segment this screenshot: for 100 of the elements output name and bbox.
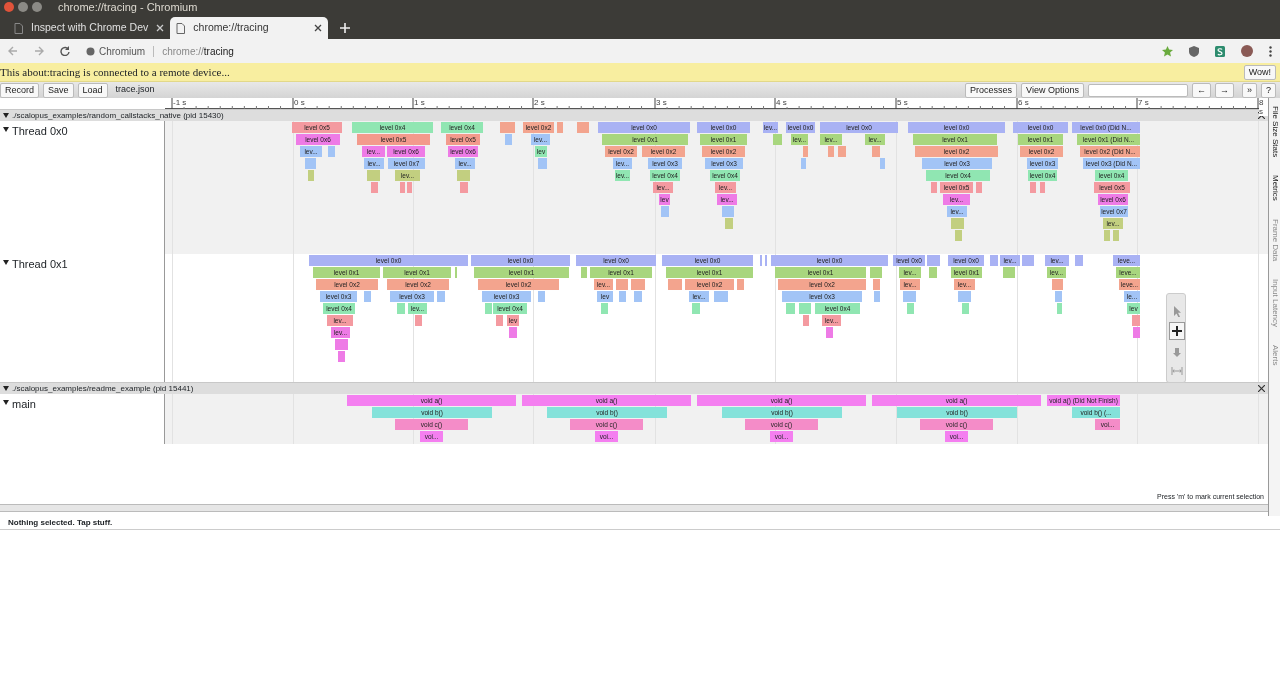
trace-slice[interactable] (367, 170, 380, 181)
toolbar-button[interactable]: Record (0, 82, 39, 98)
trace-slice[interactable] (415, 315, 422, 326)
trace-slice[interactable] (1052, 279, 1063, 290)
trace-slice[interactable] (364, 291, 371, 302)
trace-slice[interactable] (951, 218, 964, 229)
toolbar-button[interactable]: Save (43, 82, 74, 98)
trace-slice[interactable] (737, 279, 744, 290)
trace-slice[interactable] (799, 303, 811, 314)
shield-icon[interactable] (1189, 45, 1199, 57)
trace-slice[interactable] (500, 122, 515, 133)
close-icon[interactable] (1258, 112, 1265, 119)
toolbar-button[interactable]: Processes (965, 82, 1018, 98)
trace-slice[interactable] (903, 291, 916, 302)
trace-slice[interactable] (437, 291, 445, 302)
trace-slice[interactable] (505, 134, 512, 145)
trace-slice[interactable] (581, 267, 587, 278)
trace-slice[interactable] (371, 182, 378, 193)
trace-slice[interactable] (722, 206, 734, 217)
trace-slice[interactable] (880, 158, 885, 169)
window-close-button[interactable] (4, 2, 14, 12)
trace-slice[interactable] (1030, 182, 1036, 193)
reload-icon[interactable] (60, 46, 70, 56)
trace-slice[interactable] (907, 303, 914, 314)
trace-slice[interactable] (725, 218, 733, 229)
trace-slice[interactable] (1022, 255, 1034, 266)
toolbar-button[interactable]: View Options (1021, 82, 1084, 98)
trace-slice[interactable] (976, 182, 982, 193)
trace-slice[interactable] (460, 182, 468, 193)
side-tab[interactable]: Metrics (1268, 171, 1280, 205)
extension-icon[interactable] (1215, 45, 1225, 57)
star-icon[interactable] (1162, 45, 1173, 57)
trace-slice[interactable] (328, 146, 335, 157)
window-minimize-button[interactable] (18, 2, 28, 12)
browser-tab[interactable]: chrome://tracing (170, 17, 329, 39)
trace-slice[interactable] (803, 315, 809, 326)
trace-slice[interactable] (538, 291, 545, 302)
infobar-button[interactable]: Wow! (1243, 64, 1276, 80)
trace-slice[interactable] (1104, 230, 1110, 241)
trace-slice[interactable] (1057, 303, 1062, 314)
browser-tab[interactable]: Inspect with Chrome Dev (8, 17, 171, 39)
trace-slice[interactable] (1075, 255, 1083, 266)
toolbar-button[interactable]: ← (1191, 82, 1211, 98)
search-field[interactable] (1087, 83, 1188, 97)
trace-slice[interactable] (962, 303, 969, 314)
trace-slice[interactable] (407, 182, 412, 193)
toolbar-button[interactable]: ? (1261, 82, 1276, 98)
trace-slice[interactable] (1040, 182, 1045, 193)
trace-slice[interactable] (838, 146, 846, 157)
trace-slice[interactable] (801, 158, 806, 169)
trace-slice[interactable] (786, 303, 795, 314)
trace-slice[interactable] (538, 158, 547, 169)
plus-icon[interactable] (340, 23, 351, 33)
trace-slice[interactable] (601, 303, 608, 314)
trace-slice[interactable] (1003, 267, 1015, 278)
trace-slice[interactable] (873, 279, 880, 290)
forward-icon[interactable] (34, 46, 44, 56)
trace-slice[interactable] (872, 146, 880, 157)
disclosure-icon[interactable] (3, 260, 9, 265)
window-maximize-button[interactable] (32, 2, 42, 12)
trace-slice[interactable] (1133, 327, 1140, 338)
disclosure-icon[interactable] (3, 400, 9, 405)
trace-slice[interactable] (308, 170, 314, 181)
trace-slice[interactable] (509, 327, 517, 338)
trace-slice[interactable] (714, 291, 728, 302)
close-icon[interactable] (314, 24, 323, 32)
trace-slice[interactable] (634, 291, 642, 302)
toolbar-button[interactable]: → (1214, 82, 1234, 98)
trace-slice[interactable] (929, 267, 937, 278)
trace-slice[interactable] (1132, 315, 1140, 326)
trace-slice[interactable] (773, 134, 782, 145)
trace-slice[interactable] (619, 291, 626, 302)
trace-slice[interactable] (1055, 291, 1062, 302)
trace-slice[interactable] (692, 303, 700, 314)
trace-slice[interactable] (870, 267, 882, 278)
trace-slice[interactable] (1113, 230, 1119, 241)
trace-slice[interactable] (668, 279, 682, 290)
back-icon[interactable] (8, 46, 18, 56)
trace-slice[interactable] (457, 170, 470, 181)
trace-slice[interactable] (338, 351, 345, 362)
trace-slice[interactable] (577, 122, 589, 133)
trace-slice[interactable] (616, 279, 628, 290)
trace-slice[interactable] (557, 122, 563, 133)
trace-slice[interactable] (631, 279, 645, 290)
avatar-icon[interactable] (1241, 45, 1253, 57)
disclosure-icon[interactable] (3, 127, 9, 132)
trace-slice[interactable] (958, 291, 971, 302)
trace-slice[interactable] (955, 230, 962, 241)
mode-button[interactable] (1169, 322, 1185, 340)
toolbar-button[interactable]: Load (77, 82, 108, 98)
trace-slice[interactable] (803, 146, 808, 157)
toolbar-button[interactable]: » (1241, 82, 1257, 98)
trace-slice[interactable] (826, 327, 833, 338)
close-icon[interactable] (1258, 385, 1265, 392)
trace-slice[interactable] (874, 291, 880, 302)
menu-icon[interactable] (1269, 45, 1272, 57)
trace-slice[interactable] (661, 206, 669, 217)
trace-slice[interactable] (990, 255, 998, 266)
trace-slice[interactable] (397, 303, 405, 314)
resize-handle[interactable] (0, 504, 1268, 512)
